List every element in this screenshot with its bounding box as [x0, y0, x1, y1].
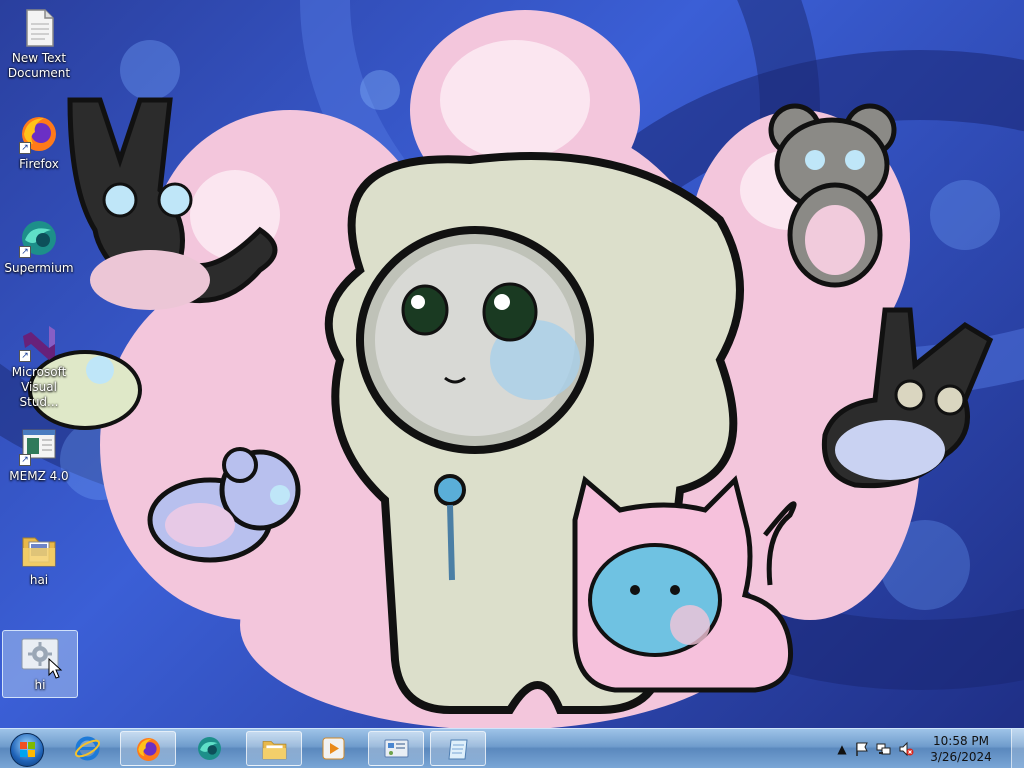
- desktop-icon-hai-folder[interactable]: hai: [2, 530, 76, 588]
- media-player-icon: [320, 735, 347, 762]
- show-hidden-icons-icon[interactable]: ▲: [834, 741, 850, 757]
- shortcut-arrow-icon: ↗: [19, 350, 31, 362]
- shortcut-arrow-icon: ↗: [19, 454, 31, 466]
- desktop-icon-label: MEMZ 4.0: [9, 469, 69, 483]
- shortcut-arrow-icon: ↗: [19, 246, 31, 258]
- taskbar: ▲ 10:58 PM 3/26/2024: [0, 728, 1024, 769]
- desktop-icon-new-text-document[interactable]: New Text Document: [2, 8, 76, 81]
- notification-area: ▲ 10:58 PM 3/26/2024: [828, 729, 1018, 769]
- mouse-cursor-icon: [48, 658, 63, 679]
- clock[interactable]: 10:58 PM 3/26/2024: [926, 733, 996, 765]
- supermium-icon: ↗: [19, 218, 59, 258]
- clock-date: 3/26/2024: [930, 750, 992, 764]
- start-button[interactable]: [4, 731, 48, 767]
- folder-icon: [19, 530, 59, 570]
- wallpaper-bunny-character-right: [821, 307, 994, 489]
- supermium-icon: [196, 735, 223, 762]
- wallpaper-bunny-character: [67, 97, 278, 310]
- desktop-icon-visual-studio[interactable]: ↗ Microsoft Visual Stud...: [2, 322, 76, 410]
- firefox-icon: [135, 736, 162, 763]
- text-document-icon: [19, 8, 59, 48]
- taskbar-button-notepad[interactable]: [430, 731, 486, 766]
- action-center-flag-icon[interactable]: [854, 741, 870, 757]
- desktop-icon-memz[interactable]: ↗ MEMZ 4.0: [2, 426, 76, 484]
- desktop[interactable]: New Text Document ↗ Firefox ↗ Supermium: [0, 0, 1024, 728]
- shortcut-arrow-icon: ↗: [19, 142, 31, 154]
- desktop-icon-label: hi: [34, 678, 46, 692]
- firefox-icon: ↗: [19, 114, 59, 154]
- show-desktop-button[interactable]: [1011, 729, 1024, 769]
- control-panel-icon: [383, 736, 410, 763]
- taskbar-button-file-explorer[interactable]: [246, 731, 302, 766]
- desktop-icon-label: New Text Document: [7, 51, 71, 80]
- visual-studio-icon: ↗: [19, 322, 59, 362]
- desktop-icon-label: hai: [29, 573, 49, 587]
- taskbar-button-supermium[interactable]: [182, 731, 238, 766]
- folder-icon: [261, 736, 288, 763]
- taskbar-button-internet-explorer[interactable]: [60, 731, 116, 766]
- taskbar-button-media-player[interactable]: [306, 731, 362, 766]
- desktop-icon-firefox[interactable]: ↗ Firefox: [2, 114, 76, 172]
- notepad-icon: [445, 736, 472, 763]
- taskbar-button-control-panel[interactable]: [368, 731, 424, 766]
- wallpaper-bubble: [360, 70, 400, 110]
- desktop-icon-label: Firefox: [19, 157, 59, 171]
- volume-muted-icon[interactable]: [898, 741, 914, 757]
- desktop-icon-hi[interactable]: hi: [2, 630, 78, 698]
- wallpaper-mouse-character-left: [147, 447, 301, 563]
- desktop-icon-label: Supermium: [4, 261, 74, 275]
- windows-logo-icon: [10, 733, 44, 767]
- internet-explorer-icon: [74, 735, 101, 762]
- network-icon[interactable]: [876, 741, 892, 757]
- desktop-icon-supermium[interactable]: ↗ Supermium: [2, 218, 76, 276]
- clock-time: 10:58 PM: [933, 734, 989, 748]
- wallpaper-cat-character: [572, 475, 797, 693]
- memz-icon: ↗: [19, 426, 59, 466]
- desktop-icon-label: Microsoft Visual Stud...: [11, 365, 67, 409]
- wallpaper-mouse-character-top-right: [768, 103, 897, 288]
- wallpaper-bubble: [930, 180, 1000, 250]
- taskbar-button-firefox[interactable]: [120, 731, 176, 766]
